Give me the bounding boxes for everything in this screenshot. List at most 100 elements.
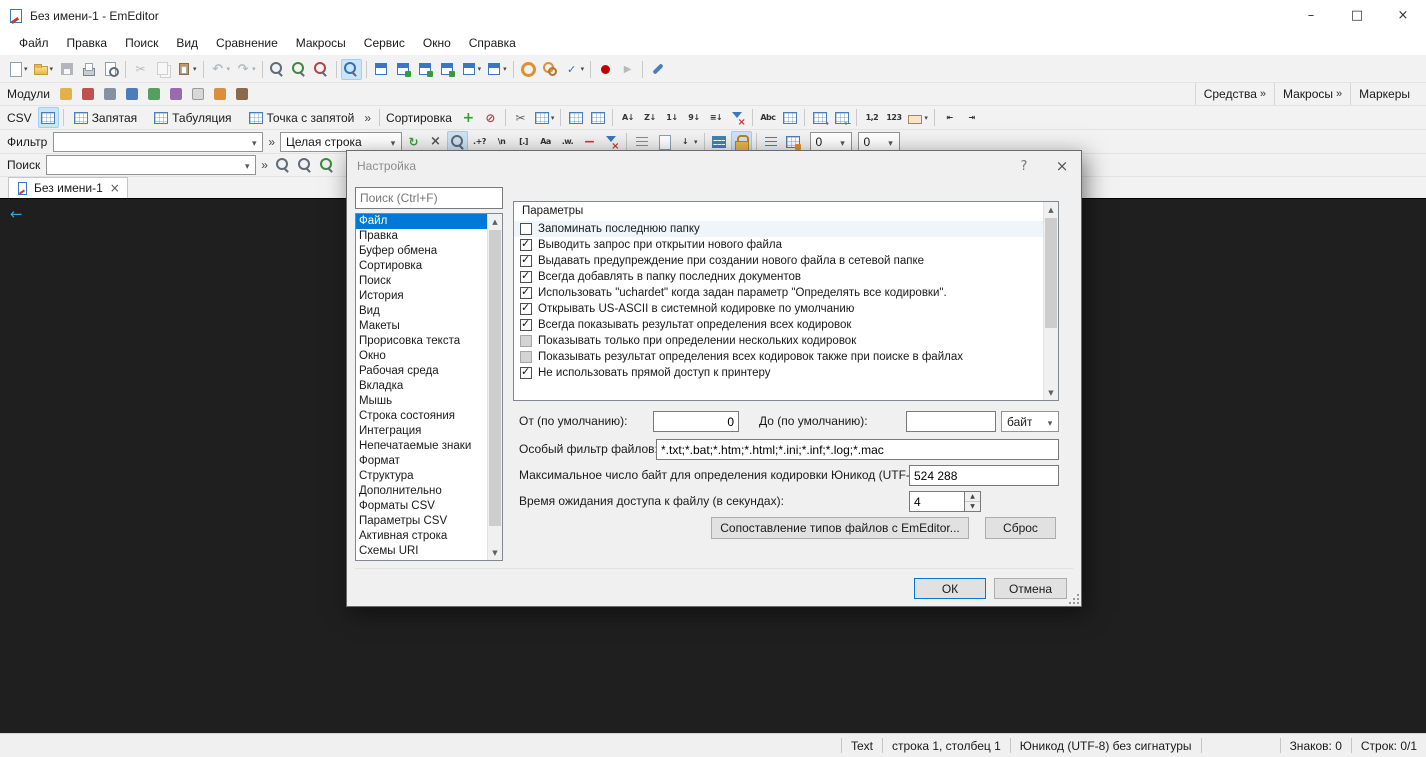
sort-more-button[interactable]	[705, 107, 726, 128]
whole-word-button[interactable]	[557, 131, 578, 152]
scroll-thumb[interactable]	[1045, 218, 1057, 328]
option-row[interactable]: Использовать "uchardet" когда задан пара…	[514, 285, 1043, 301]
csv-nav-arrow-icon[interactable]: ←	[10, 205, 23, 223]
find-all-button[interactable]	[317, 155, 338, 176]
status-line-count[interactable]: Строк: 0/1	[1352, 739, 1426, 753]
chevron-down-icon[interactable]	[385, 135, 401, 149]
checkbox-icon[interactable]	[520, 239, 532, 251]
sort-text-desc-button[interactable]	[639, 107, 660, 128]
plugin-html-bar-button[interactable]	[100, 84, 121, 105]
new-file-button[interactable]	[5, 59, 30, 80]
filter-combobox[interactable]	[53, 132, 263, 152]
checkbox-icon[interactable]	[520, 367, 532, 379]
plugin-open-documents-button[interactable]	[122, 84, 143, 105]
settings-category[interactable]: Сортировка	[356, 259, 487, 274]
unicode-normalize-button[interactable]	[779, 107, 800, 128]
status-char-count[interactable]: Знаков: 0	[1281, 739, 1351, 753]
menu-item[interactable]: Поиск	[116, 33, 167, 53]
delimiter-tools-button[interactable]	[510, 107, 531, 128]
disable-sort-button[interactable]	[480, 107, 501, 128]
settings-category[interactable]: Буфер обмена	[356, 244, 487, 259]
tab-close-icon[interactable]: ×	[110, 181, 120, 195]
dialog-close-icon[interactable]: ×	[1043, 151, 1081, 181]
options-scrollbar[interactable]: ▲ ▼	[1043, 202, 1058, 400]
file-associations-button[interactable]: Сопоставление типов файлов с EmEditor...	[711, 517, 969, 539]
arrange-windows-button[interactable]	[437, 59, 458, 80]
refresh-filter-button[interactable]	[403, 131, 424, 152]
define-configurations-button[interactable]	[540, 59, 561, 80]
chevron-down-icon[interactable]	[1042, 415, 1058, 429]
csv-tool-button[interactable]	[934, 109, 935, 126]
option-row[interactable]: Показывать результат определения всех ко…	[514, 349, 1043, 365]
status-encoding[interactable]: Юникод (UTF-8) без сигнатуры	[1011, 739, 1201, 753]
run-macro-button[interactable]	[617, 59, 638, 80]
plugin-explorer-button[interactable]	[56, 84, 77, 105]
checkbox-icon[interactable]	[520, 303, 532, 315]
toolbar-button[interactable]	[590, 61, 591, 78]
csv-semicolon-button[interactable]: Точка с запятой	[243, 107, 360, 128]
filter-direction-button[interactable]	[675, 131, 700, 152]
option-row[interactable]: Выводить запрос при открытии нового файл…	[514, 237, 1043, 253]
csv-toggle-button[interactable]	[38, 107, 59, 128]
close-button[interactable]: ×	[1380, 0, 1426, 31]
undo-button[interactable]	[208, 59, 233, 80]
menu-item[interactable]: Окно	[414, 33, 460, 53]
window-list-button[interactable]	[459, 59, 484, 80]
scroll-up-arrow[interactable]: ▲	[1044, 202, 1058, 217]
ok-button[interactable]: ОК	[914, 578, 986, 599]
chevron-down-icon[interactable]	[239, 158, 255, 172]
option-row[interactable]: Выдавать предупреждение при создании нов…	[514, 253, 1043, 269]
redo-button[interactable]	[233, 59, 258, 80]
checkbox-icon[interactable]	[520, 271, 532, 283]
option-row[interactable]: Показывать только при определении нескол…	[514, 333, 1043, 349]
settings-category[interactable]: Активная строка	[356, 529, 487, 544]
toolbar-button[interactable]	[513, 61, 514, 78]
replace-in-files-button[interactable]	[311, 59, 332, 80]
save-button[interactable]	[56, 59, 77, 80]
match-case-button[interactable]	[535, 131, 556, 152]
category-scrollbar[interactable]: ▲ ▼	[487, 214, 502, 560]
checkbox-icon[interactable]	[520, 223, 532, 235]
chevron-down-icon[interactable]	[246, 135, 262, 149]
csv-tool-button[interactable]	[612, 109, 613, 126]
sort-text-asc-button[interactable]	[617, 107, 638, 128]
record-macro-button[interactable]	[595, 59, 616, 80]
convert-case-button[interactable]	[757, 107, 778, 128]
document-tab[interactable]: Без имени-1 ×	[8, 177, 128, 198]
settings-category[interactable]: Файл	[356, 214, 487, 229]
cancel-button[interactable]: Отмена	[994, 578, 1067, 599]
settings-category[interactable]: Мышь	[356, 394, 487, 409]
settings-category[interactable]: Структура	[356, 469, 487, 484]
print-preview-button[interactable]	[100, 59, 121, 80]
settings-category[interactable]: Правка	[356, 229, 487, 244]
toolbar-overflow-button[interactable]: Макросы »	[1274, 83, 1350, 105]
heading-count-combobox[interactable]: 0	[858, 132, 900, 152]
match-mode-combobox[interactable]: Целая строка	[280, 132, 402, 152]
scroll-down-arrow[interactable]: ▼	[488, 545, 502, 560]
resize-grip[interactable]	[1069, 594, 1079, 604]
title-bar[interactable]: Без имени-1 - EmEditor – □ ×	[0, 0, 1426, 31]
bookmark-matches-button[interactable]	[631, 131, 652, 152]
sort-options-button[interactable]	[458, 107, 479, 128]
spin-down-arrow[interactable]: ▼	[965, 501, 980, 511]
menu-item[interactable]: Файл	[10, 33, 58, 53]
checkbox-icon[interactable]	[520, 255, 532, 267]
status-caret-position[interactable]: строка 1, столбец 1	[883, 739, 1010, 753]
menu-item[interactable]: Сервис	[355, 33, 414, 53]
maximize-button[interactable]: □	[1334, 0, 1380, 31]
status-mode[interactable]: Text	[842, 739, 882, 753]
plugin-web-preview-button[interactable]	[210, 84, 231, 105]
unit-combobox[interactable]: байт	[1001, 411, 1059, 432]
search-overflow-chevron[interactable]: »	[261, 158, 268, 172]
toolbar-button[interactable]	[642, 61, 643, 78]
sync-scroll-button[interactable]	[393, 59, 414, 80]
negative-filter-button[interactable]	[579, 131, 600, 152]
file-filter-input[interactable]	[656, 439, 1059, 460]
heading-lock-button[interactable]	[731, 131, 752, 152]
csv-comma-button[interactable]: Запятая	[68, 107, 142, 128]
settings-category[interactable]: Вкладка	[356, 379, 487, 394]
settings-category[interactable]: Непечатаемые знаки	[356, 439, 487, 454]
settings-category[interactable]: Параметры CSV	[356, 514, 487, 529]
settings-category[interactable]: Поиск	[356, 274, 487, 289]
select-column-button[interactable]	[532, 107, 557, 128]
